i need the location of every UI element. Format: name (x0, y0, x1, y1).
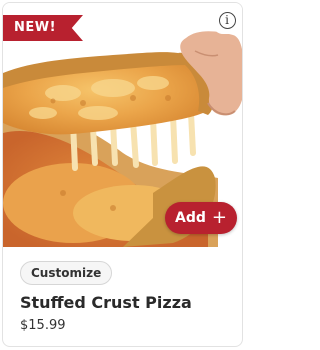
plus-icon: + (211, 207, 227, 228)
pizza-photo[interactable]: NEW! i Add + (3, 3, 242, 247)
product-price: $15.99 (20, 318, 66, 333)
info-icon: i (218, 11, 236, 29)
new-badge: NEW! (3, 15, 83, 41)
add-button-label: Add (175, 210, 206, 226)
customize-button[interactable]: Customize (20, 261, 113, 285)
info-button[interactable]: i (213, 6, 241, 34)
add-button[interactable]: Add + (165, 202, 237, 234)
product-card[interactable]: NEW! i Add + Customize Stuffed Crust Piz… (2, 2, 243, 347)
product-name: Stuffed Crust Pizza (20, 293, 192, 312)
